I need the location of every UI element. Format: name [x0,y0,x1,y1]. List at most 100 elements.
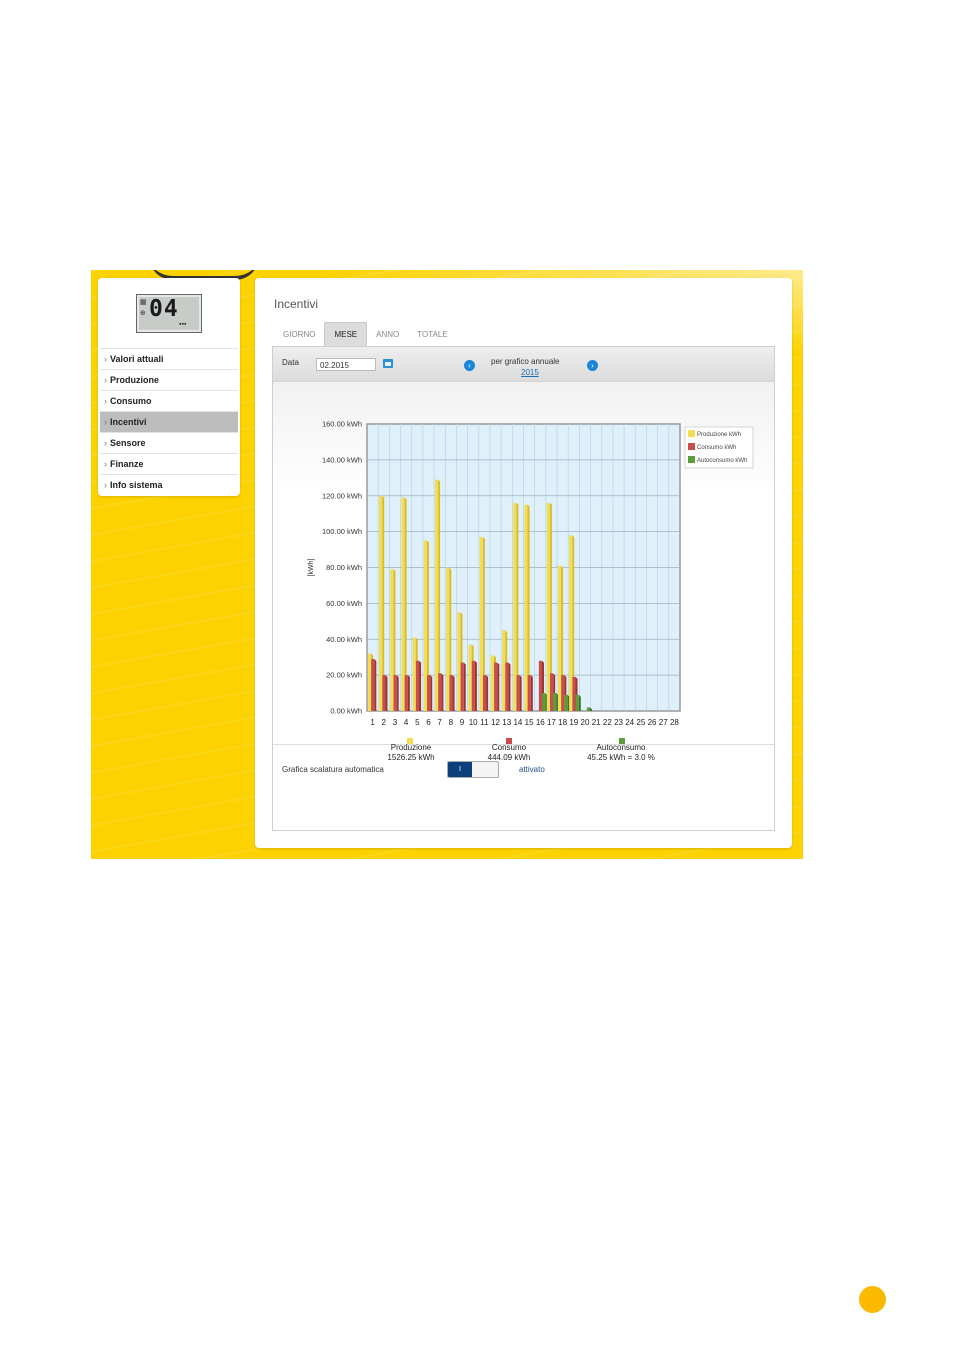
totals-consumo-value: 444.09 kWh [487,753,531,762]
y-tick-label: 0.00 kWh [330,707,362,716]
tab-bar: GIORNO MESE ANNO TOTALE [274,322,457,347]
x-tick-label: 22 [603,718,612,727]
bar-side-autoconsumo [578,694,581,711]
y-tick-label: 40.00 kWh [326,635,362,644]
sidebar-item-label: Sensore [110,438,146,448]
sidebar-item-produzione[interactable]: › Produzione [100,369,238,390]
bar-produzione [569,535,573,711]
x-tick-label: 8 [449,718,454,727]
page-marker-dot [859,1286,886,1313]
sidebar-item-finanze[interactable]: › Finanze [100,453,238,474]
bar-consumo [538,660,542,711]
lcd-digits: 04 [149,296,179,322]
x-tick-label: 5 [415,718,420,727]
bar-consumo [572,676,576,711]
chevron-right-icon: › [104,375,107,385]
sidebar-item-label: Finanze [110,459,144,469]
x-tick-label: 19 [569,718,578,727]
x-tick-label: 15 [525,718,534,727]
bar-consumo [460,662,464,711]
bar-produzione [434,479,439,711]
sidebar-item-label: Info sistema [110,480,163,490]
previous-arrow-icon[interactable]: ‹ [464,360,475,371]
bar-side-consumo [463,662,466,711]
totals-row: Produzione 1526.25 kWh Consumo 444.09 kW… [273,743,773,767]
sidebar-item-consumo[interactable]: › Consumo [100,390,238,411]
chevron-right-icon: › [104,354,107,364]
bar-side-consumo [430,675,433,711]
bar-side-consumo [474,660,477,711]
y-tick-label: 80.00 kWh [326,563,362,572]
annual-year-link[interactable]: 2015 [521,368,539,377]
bar-produzione [513,502,517,711]
lcd-sun-icon: ▦ [140,299,147,306]
x-tick-label: 21 [592,718,601,727]
sidebar-menu: › Valori attuali › Produzione › Consumo › Incen… [100,348,238,495]
bar-consumo [550,673,554,711]
y-axis-label: [kWh] [308,559,315,577]
bar-consumo [382,675,386,711]
x-tick-label: 23 [614,718,623,727]
calendar-icon[interactable] [383,359,393,368]
bar-side-consumo [508,662,511,711]
bar-autoconsumo [564,694,568,711]
legend-label: Produzione kWh [697,432,741,438]
bar-produzione [557,565,562,711]
bar-produzione [490,655,494,711]
legend-swatch [688,430,695,437]
panel-toolbar: Data 02.2015 ‹ per grafico annuale 2015 … [273,347,774,382]
bar-side-consumo [530,675,533,711]
sidebar-item-sensore[interactable]: › Sensore [100,432,238,453]
x-tick-label: 26 [648,718,657,727]
bar-produzione [367,653,372,711]
monthly-bar-chart: 0.00 kWh 20.00 kWh 40.00 kWh 60.00 kWh 80.00… [308,420,754,744]
bar-consumo [561,675,565,711]
bar-consumo [449,675,453,711]
chevron-right-icon: › [104,438,107,448]
bar-autoconsumo [586,707,590,711]
bar-produzione [379,495,383,711]
x-tick-label: 24 [625,718,634,727]
lcd-display: ▦ ⊕ 04 ▪▪▪ [136,294,202,333]
bar-autoconsumo [553,693,557,711]
bar-consumo [415,660,420,711]
sidebar-item-label: Produzione [110,375,159,385]
x-tick-label: 12 [491,718,500,727]
bar-produzione [423,540,427,711]
legend-swatch [688,456,695,463]
y-tick-label: 160.00 kWh [322,420,362,429]
x-tick-label: 4 [404,718,409,727]
bar-produzione [479,537,483,711]
sidebar-item-incentivi[interactable]: › Incentivi [100,411,238,432]
x-tick-label: 18 [558,718,567,727]
next-arrow-icon[interactable]: › [587,360,598,371]
tab-mese[interactable]: MESE [324,322,368,347]
tab-anno[interactable]: ANNO [367,323,408,347]
bar-consumo [505,662,509,711]
bar-side-consumo [519,675,522,711]
totals-autoconsumo-name: Autoconsumo [596,743,646,752]
bar-produzione [502,630,506,711]
x-tick-label: 17 [547,718,556,727]
bar-consumo [438,673,442,711]
page-title: Incentivi [274,297,319,311]
bar-autoconsumo [575,694,579,711]
sidebar: ▦ ⊕ 04 ▪▪▪ › Valori attuali › Produzione › Co… [98,278,240,496]
chart-area: 0.00 kWh 20.00 kWh 40.00 kWh 60.00 kWh 80.00… [273,382,774,745]
x-tick-label: 3 [393,718,398,727]
bar-side-consumo [486,675,489,711]
bar-consumo [527,675,531,711]
bar-produzione [457,612,461,711]
bar-side-consumo [385,675,388,711]
sidebar-item-label: Valori attuali [110,354,164,364]
date-input[interactable]: 02.2015 [316,358,376,371]
tab-giorno[interactable]: GIORNO [274,323,324,347]
bar-side-consumo [452,675,455,711]
bar-side-consumo [407,675,410,711]
chevron-right-icon: › [104,459,107,469]
y-tick-label: 20.00 kWh [326,671,362,680]
sidebar-item-valori-attuali[interactable]: › Valori attuali [100,348,238,369]
totals-autoconsumo: Autoconsumo 45.25 kWh = 3.0 % [571,743,671,763]
tab-totale[interactable]: TOTALE [408,323,456,347]
sidebar-item-info-sistema[interactable]: › Info sistema [100,474,238,495]
